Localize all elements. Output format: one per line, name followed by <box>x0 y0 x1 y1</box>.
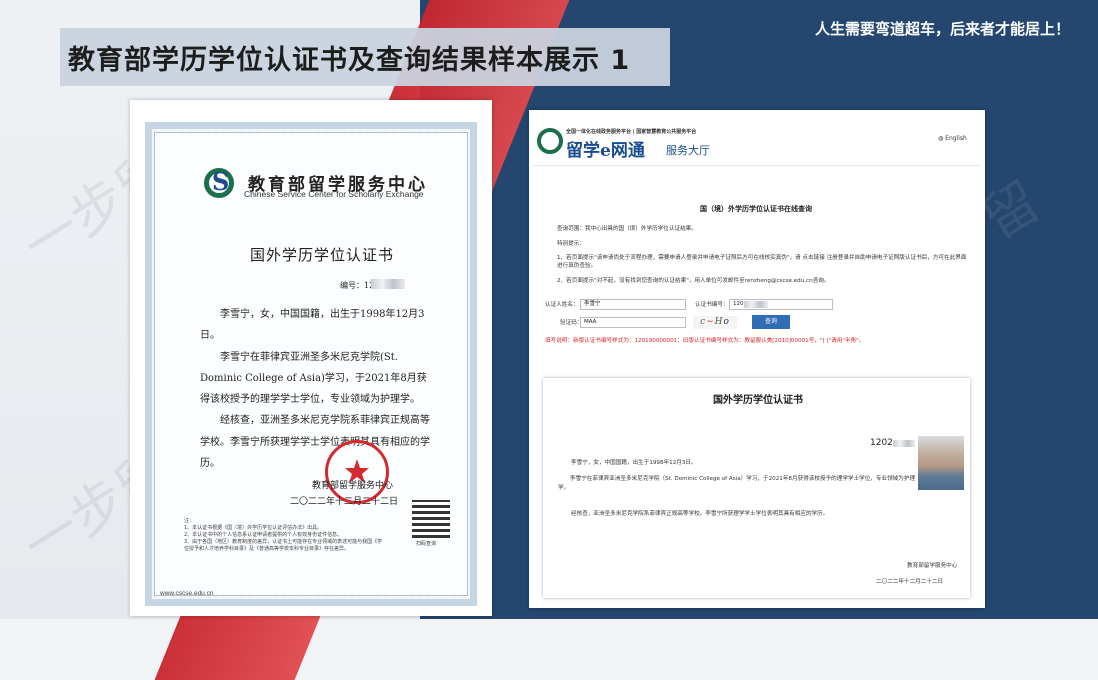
result-number: 1202 <box>870 438 893 448</box>
result-line: 李雪宁在菲律宾亚洲圣多米尼克学院（St. Dominic College of … <box>558 476 916 491</box>
result-line: 李雪宁，女，中国国籍，出生于1998年12月3日。 <box>571 460 697 466</box>
certificate-body: 李雪宁，女，中国国籍，出生于1998年12月3日。 李雪宁在菲律宾亚洲圣多米尼克… <box>200 304 435 474</box>
applicant-photo <box>918 436 964 490</box>
cscse-logo-letter: S <box>212 167 230 196</box>
slide-title: 教育部学历学位认证书及查询结果样本展示 1 <box>68 45 631 76</box>
name-label: 认证人姓名： <box>545 302 579 308</box>
result-heading: 国外学历学位认证书 <box>713 395 803 406</box>
brand-suffix: 服务大厅 <box>666 144 710 157</box>
certificate-paragraph: 经核查，亚洲圣多米尼克学院系菲律宾正规高等学校。李雪宁所获理学学士学位表明其具有… <box>200 415 430 470</box>
redacted-number <box>744 301 768 308</box>
header-divider <box>533 165 981 166</box>
brand-name: 留学e网通 <box>566 141 645 161</box>
certificate-notes: 注： 1、本认证书根据《国（境）外学历学位认证评估办法》出具。 2、本认证书中的… <box>184 518 384 553</box>
language-label: English <box>945 135 967 142</box>
query-title: 国（境）外学历学位认证书在线查询 <box>700 205 812 213</box>
language-link[interactable]: ◍ English <box>938 135 967 142</box>
certificate-paragraph: 李雪宁在菲律宾亚洲圣多米尼克学院(St. Dominic College of … <box>200 351 427 406</box>
certificate-paragraph: 李雪宁，女，中国国籍，出生于1998年12月3日。 <box>200 309 425 342</box>
cscse-logo-icon <box>537 128 563 154</box>
format-note: 填写说明：新版认证书编号样式为：120190000001；旧版认证书编号样式为：… <box>545 338 865 344</box>
tips-label: 特别提示： <box>557 241 585 247</box>
note-line: 1、本认证书根据《国（境）外学历学位认证评估办法》出具。 <box>184 525 323 531</box>
tip-two: 2、若页面提示"对不起，没有找到您查询的认证结果"，用人单位可发邮件至renzh… <box>557 278 830 284</box>
qr-code <box>412 500 450 538</box>
globe-icon: ◍ <box>938 135 944 142</box>
cert-no-label: 认证书编号： <box>695 302 729 308</box>
certificate-signer: 教育部留学服务中心 <box>312 481 394 491</box>
certificate-date: 二〇二二年十二月二十二日 <box>290 497 399 507</box>
captcha-input[interactable]: MAA <box>580 317 686 328</box>
note-line: 3、由于各国（地区）教育制度的差异，认证书上可能存在专业领域的表述可能与我国《学… <box>184 539 383 552</box>
redacted-number <box>371 279 405 289</box>
header-platform: 全国一体化在线政务服务平台 | 国家智慧教育公共服务平台 <box>566 129 697 135</box>
tip-one: 1、若页面提示"该申请尚处于流程办理，需要申请人登录并申请电子证照后方可在线核实… <box>557 255 967 269</box>
certificate-heading: 国外学历学位认证书 <box>250 246 395 264</box>
captcha-image[interactable]: c∼Ho <box>693 316 737 329</box>
note-line: 注： <box>184 518 195 524</box>
result-signer: 教育部留学服务中心 <box>907 563 958 569</box>
scope-text: 查询范围：我中心出具的国（境）外学历学位认证结果。 <box>557 226 697 232</box>
note-line: 2、本认证书中的个人信息系认证申请者提供的个人有效身份证件信息。 <box>184 532 343 538</box>
qr-caption: 扫码查询 <box>416 541 437 547</box>
name-input[interactable]: 李雪宁 <box>580 299 686 310</box>
slogan: 人生需要弯道超车，后来者才能居上！ <box>814 20 1070 38</box>
search-button[interactable]: 查询 <box>752 315 790 329</box>
result-line: 经核查，亚洲圣多米尼克学院系菲律宾正规高等学校。李雪宁所获理学学士学位表明其具有… <box>571 511 829 517</box>
certificate-org-name-en: Chinese Service Center for Scholarly Exc… <box>244 189 424 199</box>
result-date: 二〇二二年十二月二十二日 <box>876 579 944 585</box>
redacted-number <box>893 440 915 447</box>
certificate-website: www.cscse.edu.cn <box>160 590 214 597</box>
